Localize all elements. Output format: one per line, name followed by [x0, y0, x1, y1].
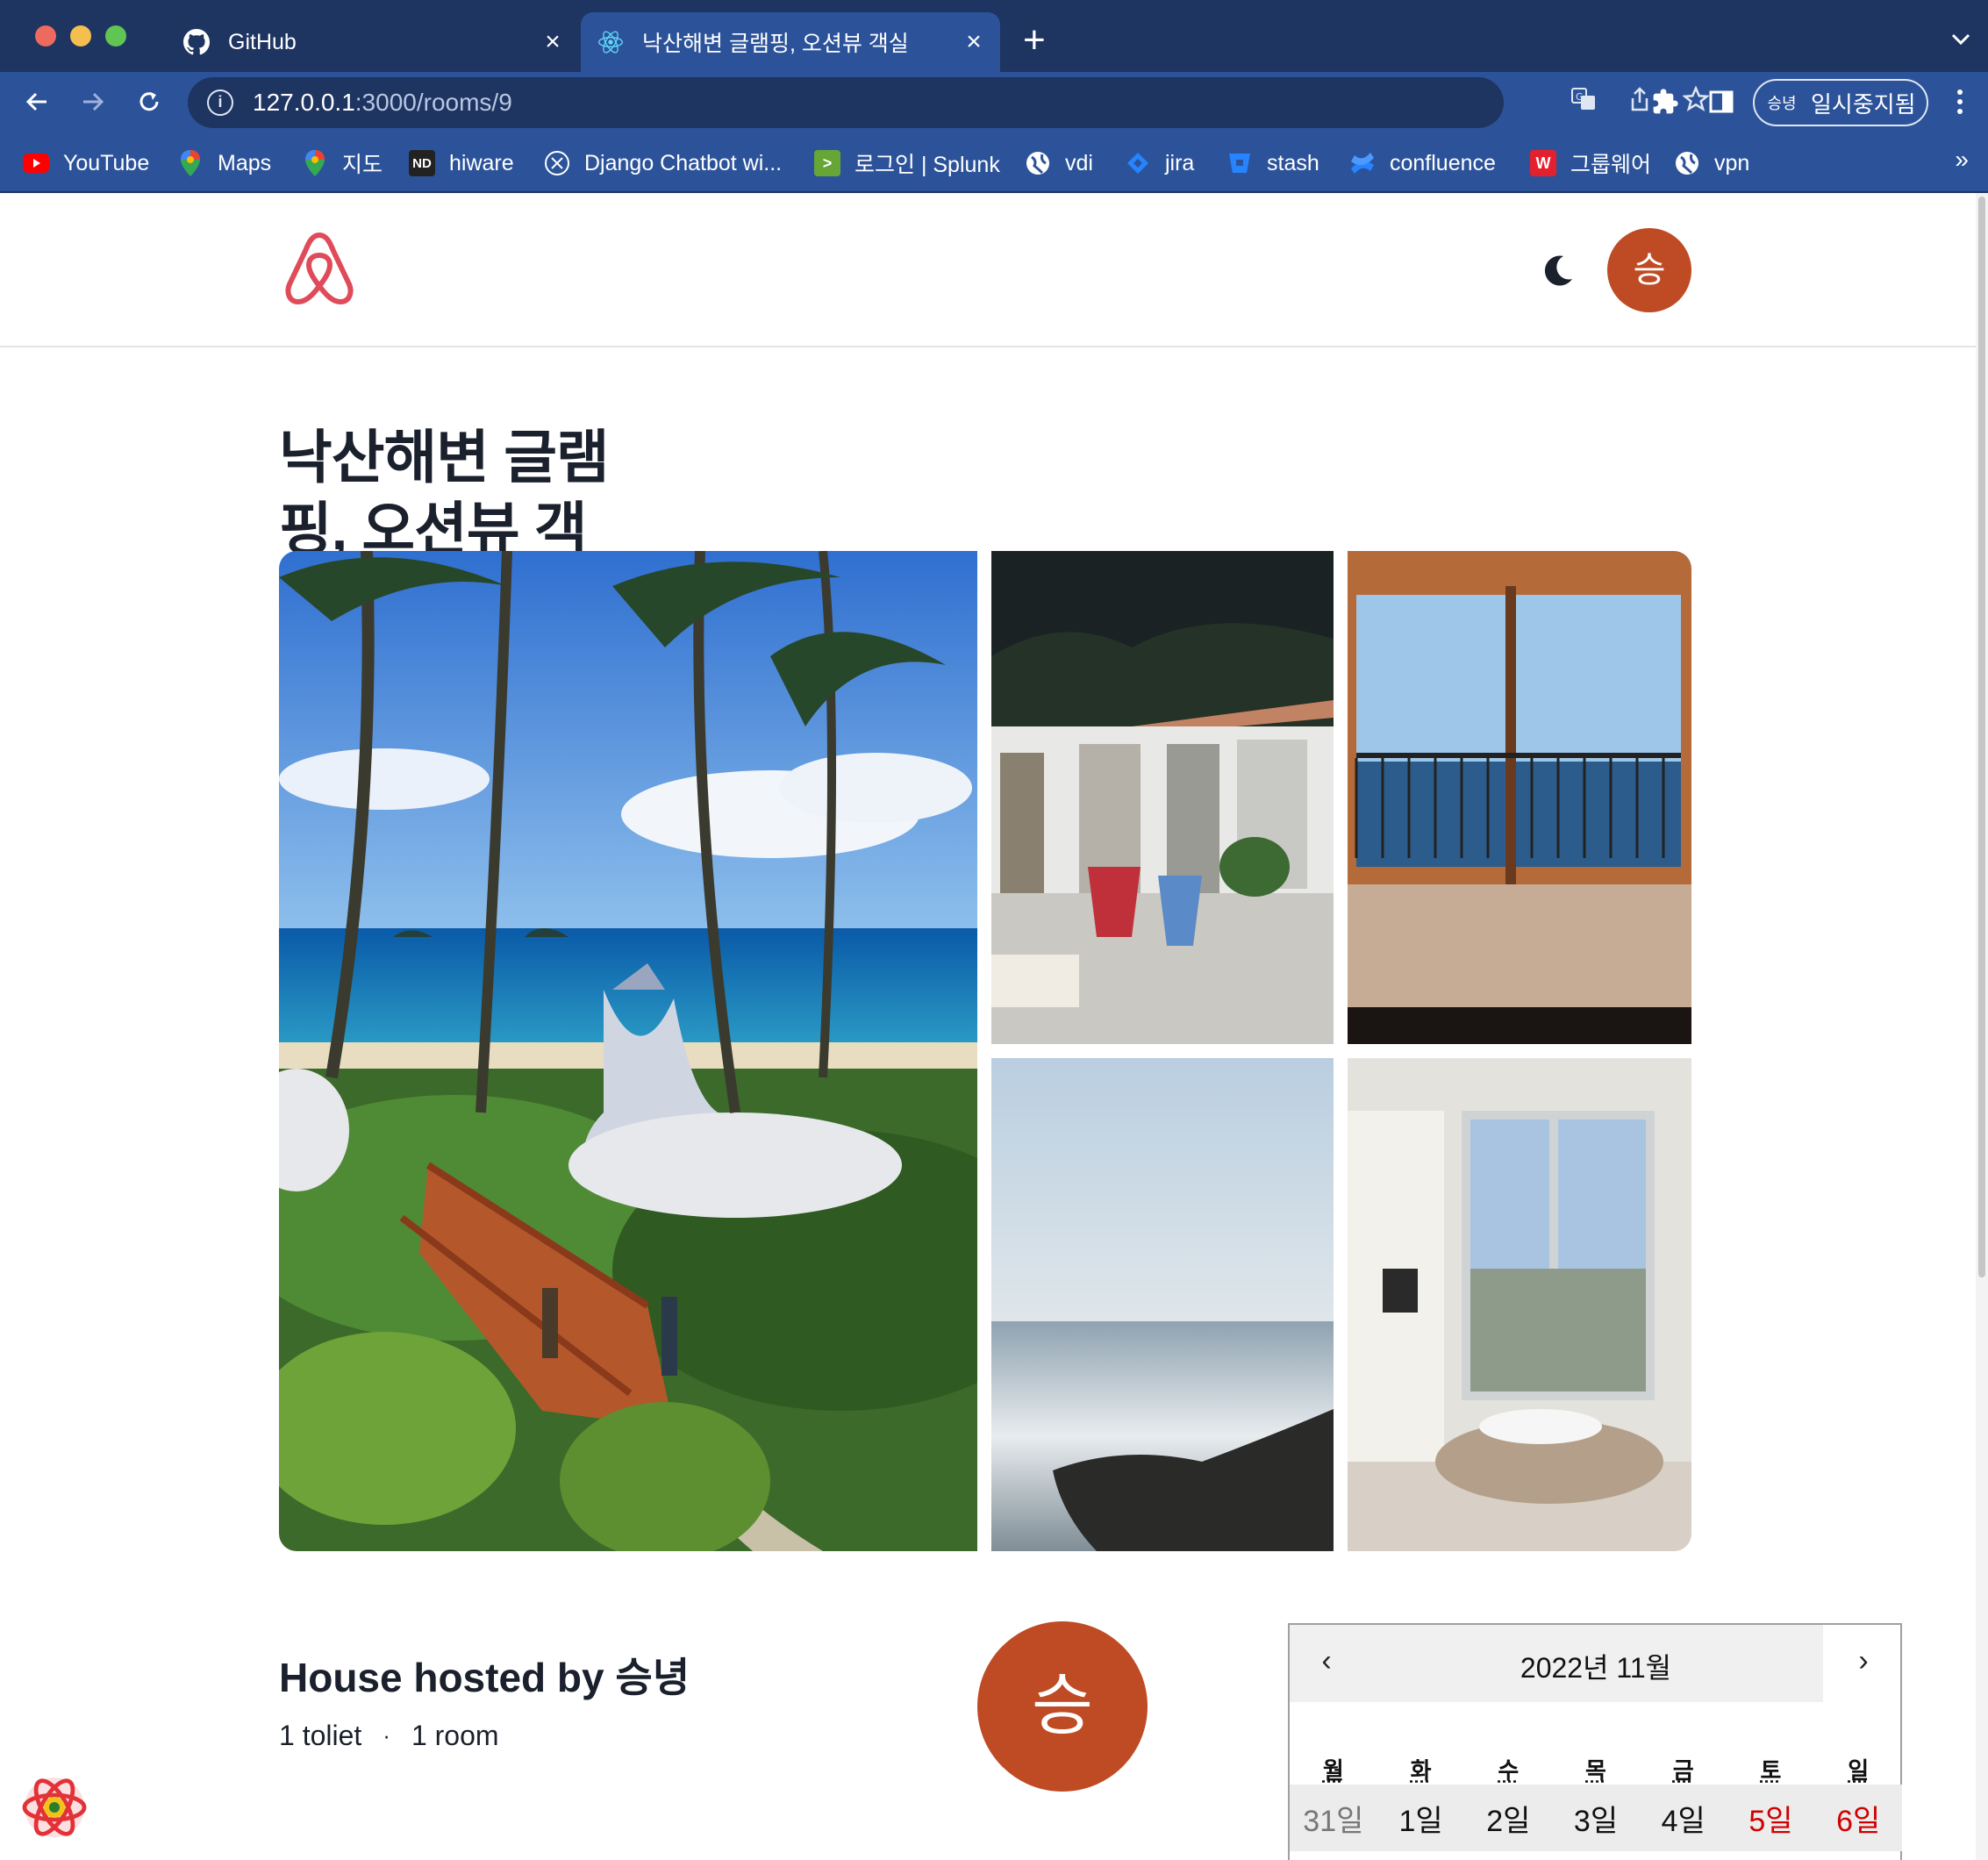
back-arrow-icon	[25, 92, 46, 111]
translate-icon[interactable]: G	[1567, 86, 1600, 119]
profile-button[interactable]: 승녕 일시중지됨	[1753, 79, 1928, 126]
url-text: 127.0.0.1:3000/rooms/9	[253, 89, 512, 116]
weekday-label: 월	[1322, 1757, 1344, 1784]
react-devtools-icon[interactable]	[19, 1772, 89, 1847]
tab-title: GitHub	[228, 29, 297, 54]
extensions-puzzle-icon[interactable]	[1644, 81, 1686, 123]
tab-github[interactable]: GitHub ×	[167, 12, 579, 72]
calendar-weekdays: 월 화 수 목 금 토 일	[1290, 1753, 1902, 1785]
address-bar[interactable]: i 127.0.0.1:3000/rooms/9 G	[188, 77, 1710, 128]
splunk-icon: >	[814, 150, 840, 176]
bookmarks-overflow-button[interactable]: »	[1955, 146, 1969, 174]
toilet-count: 1 toliet	[279, 1720, 362, 1751]
bookmark-groupware[interactable]: W 그룹웨어	[1530, 146, 1651, 181]
bookmark-vpn[interactable]: vpn	[1674, 146, 1749, 181]
calendar-day[interactable]: 1일	[1377, 1797, 1465, 1840]
calendar-prev-button[interactable]: ‹	[1309, 1644, 1344, 1678]
nd-icon: ND	[409, 150, 435, 176]
calendar-day[interactable]: 3일	[1552, 1797, 1640, 1840]
site-info-icon[interactable]: i	[207, 89, 233, 116]
room-photo-bedroom[interactable]	[1348, 551, 1691, 1044]
browser-tab-strip: GitHub × 낙산해변 글램핑, 오션뷰 객실 × +	[0, 0, 1988, 72]
page-content: 승 낙산해변 글램핑, 오션뷰 객실	[0, 193, 1976, 1860]
jira-icon	[1125, 150, 1151, 176]
calendar-day[interactable]: 2일	[1464, 1797, 1552, 1840]
profile-status: 일시중지됨	[1811, 90, 1916, 118]
host-heading: House hosted by 승녕	[279, 1655, 690, 1700]
room-photo-main[interactable]	[279, 551, 977, 1551]
weekday-label: 목	[1585, 1757, 1606, 1784]
host-avatar: 승	[977, 1621, 1148, 1792]
bookmarks-bar: YouTube Maps 지도 ND hiware Django Chatbot…	[0, 133, 1988, 193]
back-button[interactable]	[16, 81, 58, 123]
bookmark-jira[interactable]: jira	[1125, 146, 1194, 181]
browser-menu-icon[interactable]	[1939, 81, 1981, 123]
openai-icon	[544, 150, 570, 176]
globe-icon	[1674, 150, 1700, 176]
calendar-next-button[interactable]: ›	[1846, 1644, 1881, 1678]
calendar-day[interactable]: 5일	[1727, 1797, 1815, 1840]
globe-icon	[1025, 150, 1051, 176]
svg-text:G: G	[1576, 91, 1584, 103]
bookmark-confluence[interactable]: confluence	[1349, 146, 1496, 181]
reload-icon	[139, 92, 159, 111]
minimize-window-button[interactable]	[70, 25, 91, 46]
room-count: 1 room	[411, 1720, 499, 1751]
forward-arrow-icon	[83, 92, 104, 111]
user-avatar[interactable]: 승	[1607, 228, 1691, 312]
bookmark-vdi[interactable]: vdi	[1025, 146, 1093, 181]
stash-icon	[1226, 150, 1253, 176]
reload-button[interactable]	[128, 81, 170, 123]
bookmark-youtube[interactable]: YouTube	[23, 146, 149, 181]
new-tab-button[interactable]: +	[1023, 19, 1046, 61]
bookmark-splunk[interactable]: > 로그인 | Splunk	[814, 146, 1000, 181]
bookmark-maps[interactable]: Maps	[177, 146, 271, 181]
github-icon	[182, 28, 211, 56]
tab-title: 낙산해변 글램핑, 오션뷰 객실	[642, 32, 909, 56]
youtube-icon	[23, 150, 49, 176]
close-tab-icon[interactable]: ×	[956, 27, 991, 57]
tab-search-chevron-icon[interactable]	[1951, 25, 1970, 52]
weekday-label: 금	[1672, 1757, 1694, 1784]
profile-avatar: 승녕	[1767, 95, 1797, 112]
weekday-label: 화	[1410, 1757, 1432, 1784]
dark-mode-toggle-moon-icon[interactable]	[1541, 253, 1576, 292]
weekday-label: 일	[1848, 1757, 1870, 1784]
react-icon	[597, 28, 625, 56]
tab-room[interactable]: 낙산해변 글램핑, 오션뷰 객실 ×	[581, 12, 1000, 72]
calendar-month-label[interactable]: 2022년 11월	[1290, 1646, 1902, 1686]
close-tab-icon[interactable]: ×	[535, 27, 570, 57]
booking-calendar: 2022년 11월 ‹ › 월 화 수 목 금 토 일 31일 1일 2일 3일…	[1288, 1623, 1902, 1860]
bookmark-hiware[interactable]: ND hiware	[409, 146, 514, 181]
room-photo-patio[interactable]	[991, 551, 1334, 1044]
meta-separator: ·	[383, 1722, 390, 1749]
weekday-label: 수	[1498, 1757, 1520, 1784]
side-panel-icon[interactable]	[1700, 81, 1742, 123]
browser-toolbar: i 127.0.0.1:3000/rooms/9 G 승녕 일시중지됨	[0, 72, 1988, 133]
bookmark-jido[interactable]: 지도	[302, 146, 383, 181]
maps-icon	[302, 150, 328, 176]
close-window-button[interactable]	[35, 25, 56, 46]
bookmark-django-chatbot[interactable]: Django Chatbot wi...	[544, 146, 782, 181]
airbnb-logo-icon[interactable]	[282, 230, 356, 311]
photo-gallery	[279, 551, 1691, 1551]
maps-icon	[177, 150, 204, 176]
scrollbar-thumb[interactable]	[1978, 197, 1985, 1277]
calendar-day[interactable]: 31일	[1290, 1797, 1377, 1840]
page-scrollbar[interactable]	[1976, 193, 1988, 1860]
maximize-window-button[interactable]	[105, 25, 126, 46]
room-meta: 1 toliet · 1 room	[279, 1720, 499, 1752]
forward-button[interactable]	[72, 81, 114, 123]
weekday-label: 토	[1760, 1757, 1782, 1784]
room-photo-interior[interactable]	[1348, 1058, 1691, 1551]
bookmark-stash[interactable]: stash	[1226, 146, 1319, 181]
room-photo-ocean[interactable]	[991, 1058, 1334, 1551]
groupware-icon: W	[1530, 150, 1556, 176]
confluence-icon	[1349, 150, 1376, 176]
calendar-day[interactable]: 6일	[1814, 1797, 1902, 1840]
calendar-day[interactable]: 4일	[1640, 1797, 1727, 1840]
site-header: 승	[0, 193, 1976, 347]
calendar-week-row: 31일 1일 2일 3일 4일 5일 6일	[1290, 1785, 1902, 1851]
